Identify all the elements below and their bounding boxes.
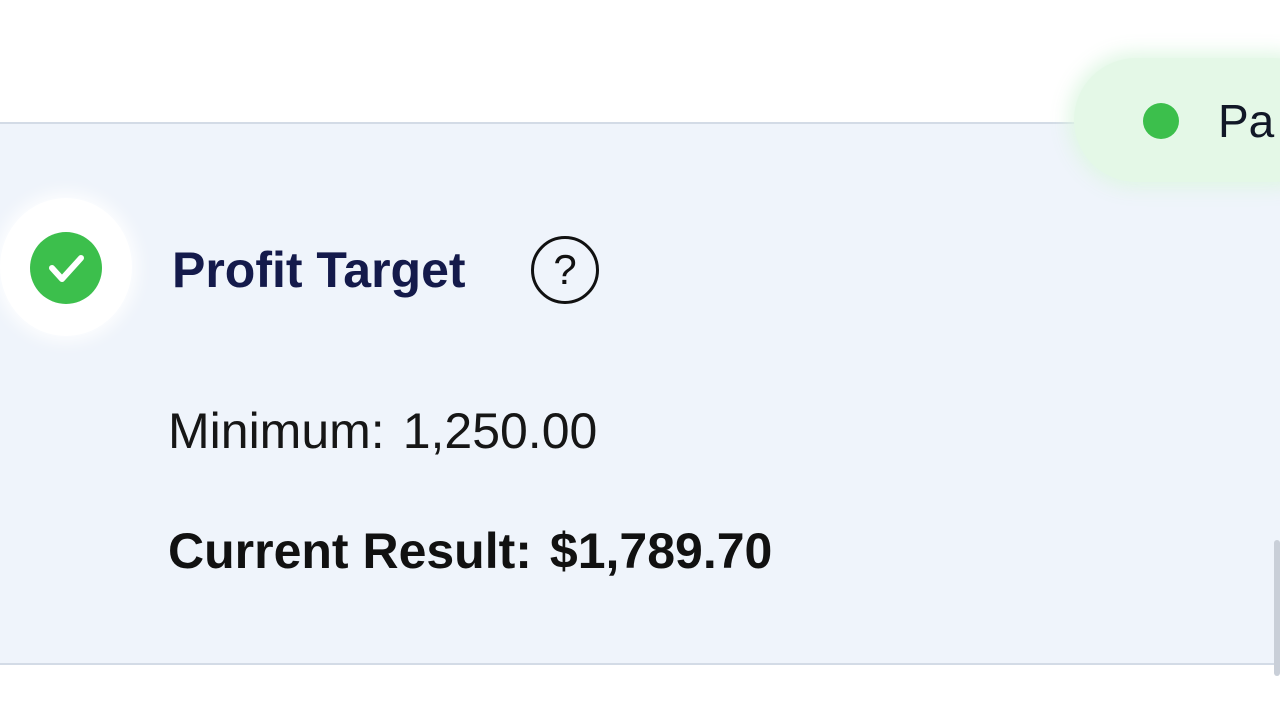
status-badge: Pa <box>1074 58 1280 182</box>
minimum-row: Minimum: 1,250.00 <box>168 400 597 462</box>
current-result-value: $1,789.70 <box>549 523 773 579</box>
status-dot-icon <box>1143 103 1179 139</box>
current-result-row: Current Result: $1,789.70 <box>168 520 772 582</box>
status-label: Pa <box>1218 95 1275 147</box>
checkmark-icon <box>49 255 84 282</box>
current-result-label: Current Result: <box>168 523 532 579</box>
rule-title: Profit Target <box>172 242 466 298</box>
minimum-value: 1,250.00 <box>402 403 598 459</box>
scrollbar[interactable] <box>1274 540 1280 676</box>
page: Pa Profit Target ? Minimum: 1,250.00 Curr… <box>0 0 1280 720</box>
question-circle-icon[interactable]: ? <box>531 236 599 304</box>
check-circle-icon <box>30 232 102 304</box>
minimum-label: Minimum: <box>168 403 385 459</box>
profit-target-card <box>0 122 1280 665</box>
